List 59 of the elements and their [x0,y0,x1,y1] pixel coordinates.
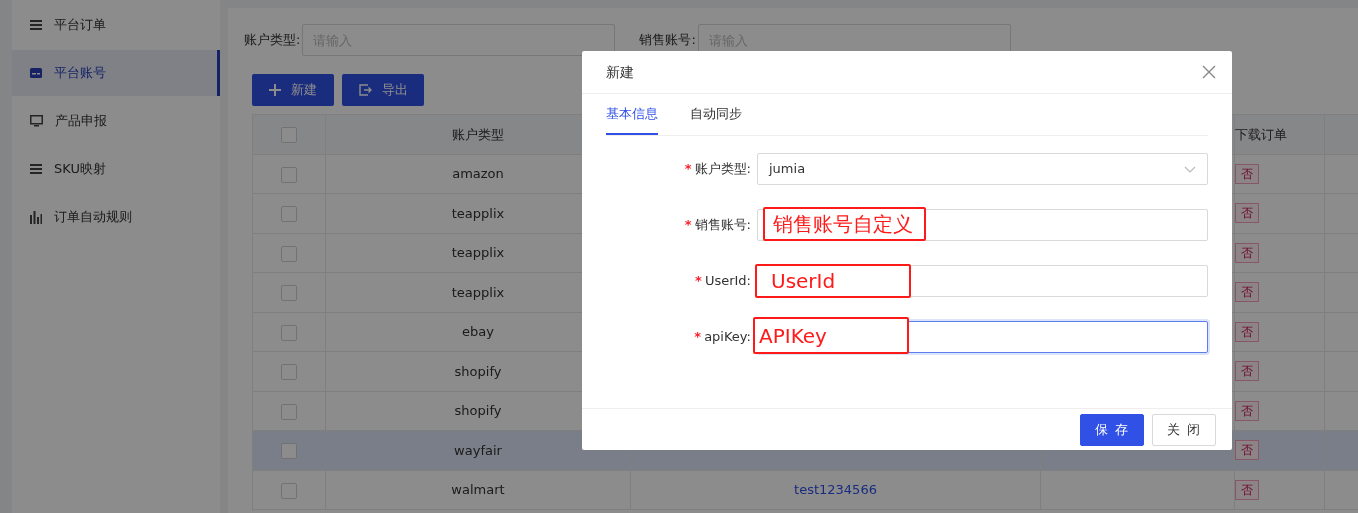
filter-label: 账户类型: [244,31,301,50]
close-icon [1202,65,1216,79]
chevron-down-icon [1184,165,1196,173]
account-link[interactable]: test1234566 [794,482,877,497]
filter-label: 销售账号: [639,31,696,50]
sidebar-item[interactable]: SKU映射 [12,146,220,192]
field-label: * 销售账号: [683,216,752,235]
bar-chart-icon [30,210,42,224]
input-field[interactable]: UserId [757,265,1208,297]
tab[interactable]: 自动同步 [690,94,742,135]
required-mark: * [684,161,692,177]
plus-icon [269,84,281,96]
column-header: 下载订单 [1234,114,1325,154]
status-tag: 否 [1235,242,1259,263]
input-field[interactable]: 销售账号自定义 [757,209,1208,241]
sidebar-item[interactable]: 产品申报 [12,98,220,144]
status-tag: 否 [1235,361,1259,382]
checkbox[interactable] [281,127,297,143]
annotation-label: APIKey [753,317,909,354]
annotation-label: 销售账号自定义 [763,207,926,241]
field-label: * apiKey: [693,328,752,347]
status-tag: 否 [1235,440,1259,461]
sidebar-item[interactable]: 平台账号 [12,50,220,96]
checkbox[interactable] [281,482,297,499]
checkbox[interactable] [281,166,297,183]
checkbox[interactable] [281,364,297,380]
id-card-icon [30,68,42,78]
annotation-label: UserId [755,264,911,298]
menu-icon [30,19,42,31]
checkbox[interactable] [281,285,297,301]
required-mark: * [684,217,692,233]
status-tag: 否 [1235,282,1259,303]
table-cell: walmart [325,470,631,510]
close-button[interactable] [1202,65,1216,79]
sidebar-item[interactable]: 平台订单 [12,2,220,48]
checkbox[interactable] [281,245,297,262]
new-button[interactable]: 新建 [252,74,334,106]
save-button[interactable]: 保 存 [1080,413,1144,446]
menu-icon [30,163,42,175]
field-label: * UserId: [694,272,752,291]
status-tag: 否 [1235,400,1259,421]
select-field[interactable]: jumia [757,153,1208,185]
status-tag: 否 [1235,479,1259,500]
checkbox[interactable] [281,206,297,222]
dialog-title: 新建 [606,62,634,82]
close-button[interactable]: 关 闭 [1152,413,1216,446]
status-tag: 否 [1235,203,1259,224]
export-icon [358,84,372,96]
checkbox[interactable] [281,403,297,420]
checkbox[interactable] [281,443,297,459]
status-tag: 否 [1235,163,1259,184]
checkbox[interactable] [281,324,297,341]
field-label: * 账户类型: [683,160,752,179]
required-mark: * [695,273,702,289]
sidebar-item[interactable]: 订单自动规则 [12,194,220,240]
monitor-icon [30,115,43,127]
required-mark: * [694,329,702,345]
export-button[interactable]: 导出 [342,74,424,106]
status-tag: 否 [1235,321,1259,342]
